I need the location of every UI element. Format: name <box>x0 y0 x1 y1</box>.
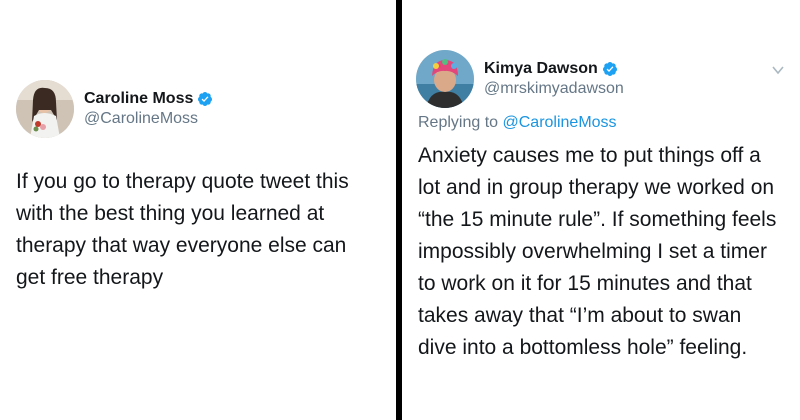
avatar[interactable] <box>16 80 74 138</box>
tweet-line: “the 15 minute rule”. If something feels <box>418 208 777 231</box>
tweet-line: get free therapy <box>16 266 164 289</box>
verified-badge-icon <box>198 92 213 106</box>
tweet-line: dive into a bottomless hole” feeling. <box>418 336 748 359</box>
tweet-author: Kimya Dawson @mrskimyadawson <box>484 60 624 98</box>
tweet-caroline-moss[interactable]: Caroline Moss @CarolineMoss If you go to… <box>0 0 396 420</box>
tweet-comparison: Caroline Moss @CarolineMoss If you go to… <box>0 0 800 420</box>
tweet-line: If you go to therapy quote tweet this <box>16 170 349 193</box>
tweet-kimya-dawson[interactable]: Kimya Dawson @mrskimyadawson Replying to… <box>402 0 800 420</box>
replying-to-label: Replying to <box>418 114 503 131</box>
handle[interactable]: @CarolineMoss <box>84 110 213 128</box>
tweet-header: Caroline Moss @CarolineMoss <box>16 80 213 138</box>
tweet-body: Anxiety causes me to put things off a lo… <box>418 140 776 364</box>
tweet-line: lot and in group therapy we worked on <box>418 176 775 199</box>
tweet-author: Caroline Moss @CarolineMoss <box>84 90 213 128</box>
tweet-line: Anxiety causes me to put things off a <box>418 144 761 167</box>
tweet-body: If you go to therapy quote tweet this wi… <box>16 166 349 294</box>
tweet-header: Kimya Dawson @mrskimyadawson <box>416 50 624 108</box>
tweet-line: with the best thing you learned at <box>16 202 325 225</box>
tweet-line: to work on it for 15 minutes and that <box>418 272 752 295</box>
display-name[interactable]: Caroline Moss <box>84 90 193 108</box>
display-name[interactable]: Kimya Dawson <box>484 60 598 78</box>
verified-badge-icon <box>602 62 617 76</box>
tweet-line: therapy that way everyone else can <box>16 234 347 257</box>
tweet-line: impossibly overwhelming I set a timer <box>418 240 767 263</box>
tweet-line: takes away that “I’m about to swan <box>418 304 742 327</box>
handle[interactable]: @mrskimyadawson <box>484 80 624 98</box>
avatar[interactable] <box>416 50 474 108</box>
chevron-down-icon[interactable] <box>772 64 784 76</box>
replying-to-mention-link[interactable]: @CarolineMoss <box>503 114 617 131</box>
replying-to: Replying to @CarolineMoss <box>418 114 617 132</box>
